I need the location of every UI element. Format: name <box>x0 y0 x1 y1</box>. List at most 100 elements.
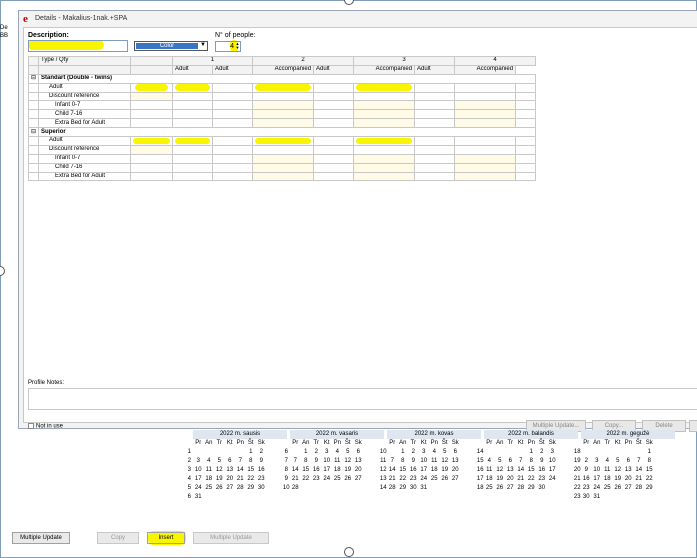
calendar-day[interactable]: 2 <box>537 448 548 457</box>
grid-cell[interactable] <box>252 136 315 146</box>
calendar-day[interactable]: 22 <box>526 475 537 484</box>
calendar-day[interactable]: 11 <box>602 466 613 475</box>
calendar-day[interactable]: 15 <box>398 466 409 475</box>
calendar-day[interactable]: 12 <box>495 466 506 475</box>
calendar-day[interactable]: 13 <box>450 457 461 466</box>
color-select[interactable]: Color ▼ <box>134 41 208 51</box>
calendar-day[interactable]: 24 <box>419 475 430 484</box>
calendar-day[interactable]: 16 <box>256 466 267 475</box>
calendar-day[interactable]: 9 <box>311 457 322 466</box>
calendar-day[interactable]: 8 <box>301 457 312 466</box>
calendar-day[interactable]: 18 <box>204 475 215 484</box>
grid-cell[interactable] <box>172 82 214 93</box>
calendar-day[interactable]: 10 <box>547 457 558 466</box>
calendar-day[interactable]: 24 <box>592 484 603 493</box>
calendar-day[interactable]: 19 <box>214 475 225 484</box>
calendar-day[interactable]: 21 <box>235 475 246 484</box>
calendar-day[interactable]: 18 <box>332 466 343 475</box>
calendar-day[interactable]: 6 <box>505 457 516 466</box>
calendar-day[interactable]: 27 <box>225 484 236 493</box>
calendar-day[interactable]: 12 <box>613 466 624 475</box>
grid-cell[interactable] <box>212 82 254 93</box>
calendar-day[interactable]: 13 <box>353 457 364 466</box>
calendar-day[interactable]: 12 <box>214 466 225 475</box>
grid-cell[interactable] <box>454 82 517 93</box>
calendar-day[interactable]: 30 <box>408 484 419 493</box>
calendar-day[interactable]: 26 <box>440 475 451 484</box>
calendar-day[interactable]: 5 <box>495 457 506 466</box>
calendar-day[interactable]: 22 <box>246 475 257 484</box>
resize-handle-bottom[interactable] <box>344 547 354 557</box>
calendar-day[interactable]: 21 <box>516 475 527 484</box>
calendar-day[interactable]: 1 <box>644 448 655 457</box>
calendar-day[interactable]: 21 <box>290 475 301 484</box>
calendar-day[interactable]: 15 <box>246 466 257 475</box>
calendar-day[interactable]: 17 <box>419 466 430 475</box>
calendar-day[interactable]: 18 <box>484 475 495 484</box>
calendar-day[interactable]: 16 <box>408 466 419 475</box>
calendar-day[interactable]: 10 <box>419 457 430 466</box>
calendar-day[interactable]: 4 <box>429 448 440 457</box>
calendar-day[interactable]: 20 <box>353 466 364 475</box>
calendar-day[interactable]: 7 <box>235 457 246 466</box>
calendar-day[interactable]: 13 <box>623 466 634 475</box>
calendar-day[interactable]: 24 <box>322 475 333 484</box>
calendar-day[interactable]: 14 <box>516 466 527 475</box>
calendar-day[interactable]: 8 <box>398 457 409 466</box>
calendar-day[interactable]: 5 <box>343 448 354 457</box>
calendar-day[interactable]: 5 <box>214 457 225 466</box>
calendar-day[interactable]: 3 <box>322 448 333 457</box>
calendar-day[interactable]: 29 <box>246 484 257 493</box>
calendar-day[interactable]: 15 <box>644 466 655 475</box>
calendar-day[interactable]: 17 <box>592 475 603 484</box>
calendar-day[interactable]: 14 <box>634 466 645 475</box>
multiple-update-button-2[interactable]: Multiple Update <box>193 532 269 544</box>
grid-cell[interactable] <box>353 82 416 93</box>
calendar-day[interactable]: 7 <box>290 457 301 466</box>
calendar-day[interactable]: 25 <box>602 484 613 493</box>
calendar-day[interactable]: 3 <box>419 448 430 457</box>
calendar-day[interactable]: 6 <box>450 448 461 457</box>
calendar-day[interactable]: 15 <box>301 466 312 475</box>
calendar-day[interactable]: 8 <box>246 457 257 466</box>
calendar-day[interactable]: 5 <box>613 457 624 466</box>
calendar-day[interactable]: 16 <box>537 466 548 475</box>
grid-cell[interactable] <box>252 82 315 93</box>
calendar-day[interactable]: 26 <box>495 484 506 493</box>
calendar-day[interactable]: 1 <box>526 448 537 457</box>
multiple-update-button[interactable]: Multiple Update <box>12 532 70 544</box>
calendar-day[interactable]: 19 <box>613 475 624 484</box>
calendar-day[interactable]: 26 <box>214 484 225 493</box>
calendar-day[interactable]: 23 <box>537 475 548 484</box>
calendar-day[interactable]: 3 <box>547 448 558 457</box>
calendar-day[interactable]: 14 <box>387 466 398 475</box>
calendar-day[interactable]: 28 <box>387 484 398 493</box>
people-stepper[interactable]: 4 ▲ ▼ <box>215 41 241 52</box>
calendar-day[interactable]: 27 <box>505 484 516 493</box>
calendar-day[interactable]: 1 <box>398 448 409 457</box>
calendar-day[interactable]: 27 <box>450 475 461 484</box>
calendar-day[interactable]: 19 <box>343 466 354 475</box>
calendar-day[interactable]: 8 <box>644 457 655 466</box>
calendar-day[interactable]: 10 <box>193 466 204 475</box>
calendar-day[interactable]: 22 <box>301 475 312 484</box>
calendar-day[interactable]: 11 <box>332 457 343 466</box>
calendar-day[interactable]: 29 <box>526 484 537 493</box>
calendar-day[interactable]: 8 <box>526 457 537 466</box>
calendar-day[interactable]: 16 <box>311 466 322 475</box>
calendar-day[interactable]: 10 <box>322 457 333 466</box>
calendar-day[interactable]: 31 <box>419 484 430 493</box>
calendar-day[interactable]: 12 <box>440 457 451 466</box>
grid-cell[interactable] <box>130 91 174 102</box>
calendar-day[interactable]: 10 <box>592 466 603 475</box>
calendar-day[interactable]: 28 <box>634 484 645 493</box>
calendar-day[interactable]: 30 <box>537 484 548 493</box>
calendar-day[interactable]: 25 <box>332 475 343 484</box>
calendar-day[interactable]: 2 <box>256 448 267 457</box>
calendar-day[interactable]: 9 <box>581 466 592 475</box>
calendar-day[interactable]: 27 <box>623 484 634 493</box>
calendar-day[interactable]: 9 <box>537 457 548 466</box>
calendar-day[interactable]: 11 <box>204 466 215 475</box>
calendar-day[interactable]: 23 <box>256 475 267 484</box>
copy-button[interactable]: Copy <box>97 532 139 544</box>
